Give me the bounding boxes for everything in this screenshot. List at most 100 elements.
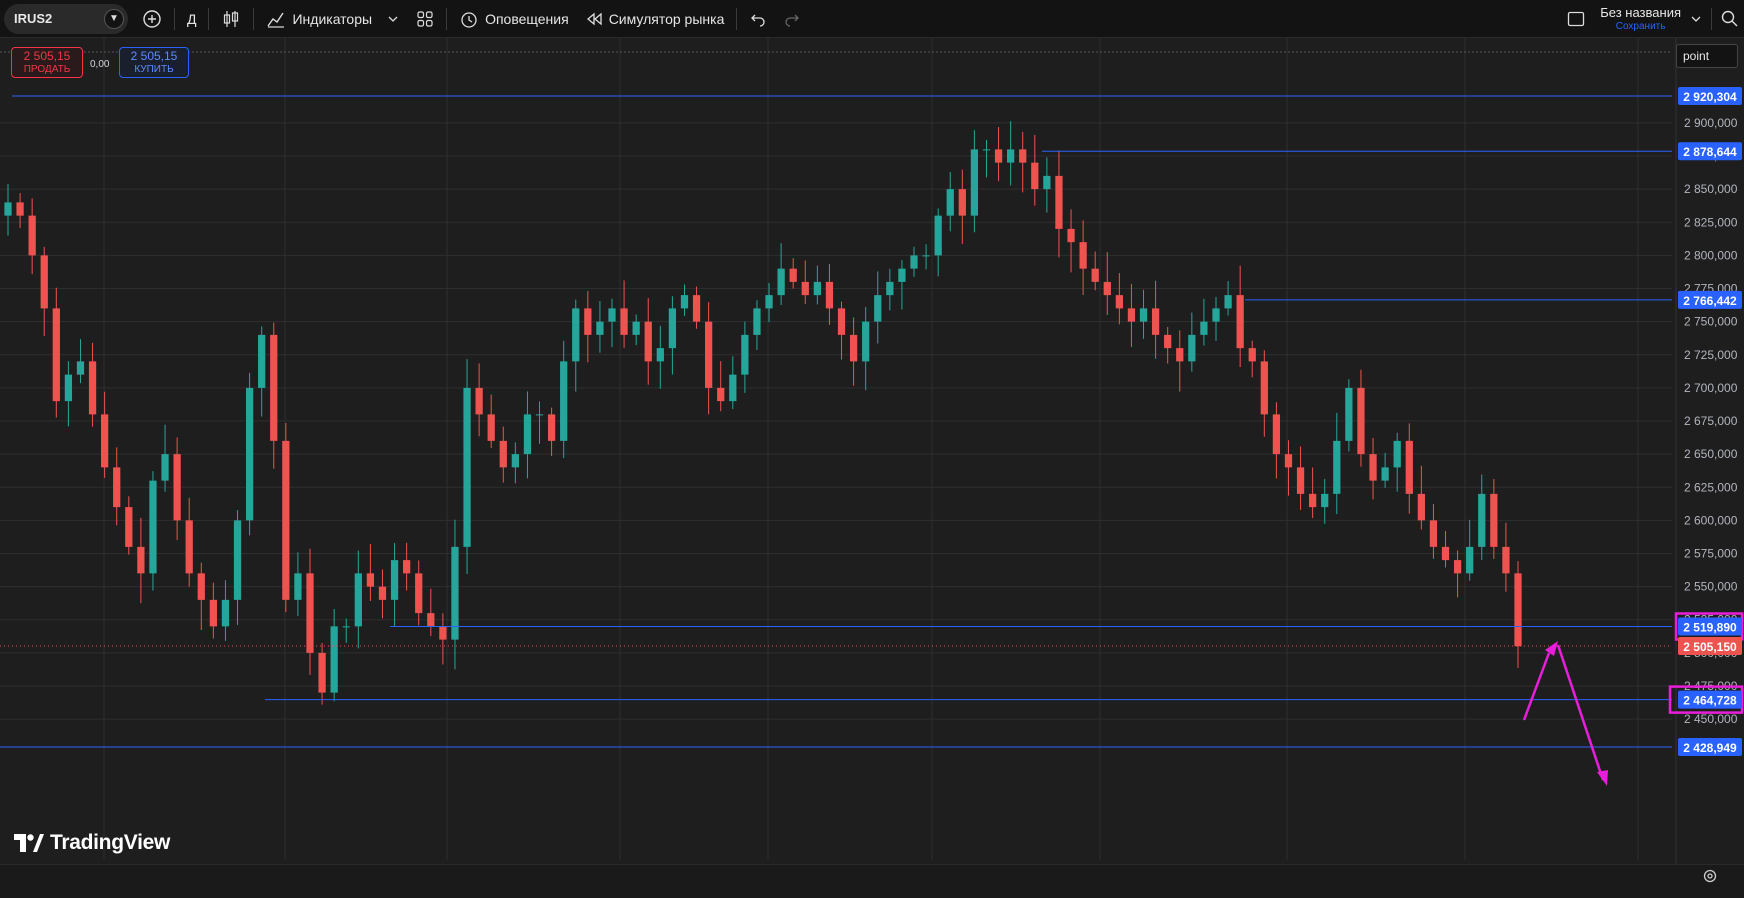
candle-body	[1441, 546, 1450, 561]
buy-button[interactable]: 2 505,15 КУПИТЬ	[119, 47, 189, 78]
candle-body	[101, 414, 109, 468]
top-toolbar: IRUS2 ▼ Д Индикаторы Оповещения Симулято…	[0, 0, 1744, 38]
candles-icon	[224, 10, 239, 27]
y-tick-label: 2 725,000	[1684, 348, 1738, 362]
chart-background	[0, 38, 1744, 898]
candle-body	[403, 560, 411, 574]
candle-body	[1188, 334, 1196, 362]
layout-name: Без названия Сохранить	[1600, 6, 1681, 32]
candle-body	[753, 308, 761, 335]
redo-icon	[785, 14, 800, 27]
price-label: 2 766,442	[1683, 294, 1737, 308]
price-label: 2 920,304	[1683, 90, 1737, 104]
replay-button[interactable]: Симулятор рынка	[577, 4, 733, 34]
alarm-clock-icon	[461, 11, 477, 28]
toolbar-divider	[208, 7, 210, 30]
candle-body	[1248, 348, 1256, 362]
candle-body	[1212, 308, 1220, 322]
rewind-icon	[586, 12, 602, 25]
candle-body	[608, 308, 616, 322]
candle-body	[1502, 546, 1510, 574]
candle-body	[862, 321, 870, 362]
candle-body	[970, 149, 979, 216]
toolbar-divider	[1711, 8, 1712, 30]
candle-body	[1429, 520, 1438, 547]
y-tick-label: 2 700,000	[1684, 381, 1738, 395]
candle-body	[1284, 454, 1293, 468]
candle-body	[52, 308, 60, 402]
candle-body	[1079, 242, 1087, 269]
templates-button[interactable]	[408, 4, 442, 34]
candle-body	[1453, 560, 1462, 574]
price-chart[interactable]: 2 900,0002 875,0002 850,0002 825,0002 80…	[0, 38, 1744, 898]
candle-body	[1236, 295, 1244, 349]
layout-button[interactable]: Без названия Сохранить	[1558, 4, 1707, 34]
candle-body	[342, 626, 350, 628]
grid-icon	[417, 10, 433, 27]
toolbar-divider	[174, 7, 175, 30]
y-tick-label: 2 850,000	[1684, 182, 1738, 196]
indicators-button[interactable]: Индикаторы	[258, 4, 408, 34]
candle-body	[499, 440, 507, 468]
alerts-label: Оповещения	[485, 10, 569, 27]
redo-button[interactable]	[775, 4, 809, 34]
sell-price: 2 505,15	[23, 49, 71, 63]
chart-area[interactable]: 2 900,0002 875,0002 850,0002 825,0002 80…	[0, 38, 1744, 898]
candle-body	[1417, 493, 1425, 521]
alerts-button[interactable]: Оповещения	[451, 4, 577, 34]
symbol-badge-icon[interactable]: ▼	[104, 8, 124, 29]
candle-body	[1333, 440, 1341, 494]
search-icon	[1721, 10, 1738, 27]
candle-body	[282, 440, 290, 600]
indicators-label: Индикаторы	[292, 10, 373, 27]
y-tick-label: 2 450,000	[1684, 712, 1738, 726]
candle-body	[825, 281, 834, 309]
candle-body	[1405, 440, 1413, 494]
candle-body	[463, 387, 471, 547]
candle-body	[668, 308, 677, 349]
candle-body	[1466, 546, 1474, 574]
candle-body	[560, 361, 568, 441]
y-tick-label: 2 550,000	[1684, 580, 1738, 594]
candle-body	[137, 546, 145, 574]
candle-body	[584, 308, 592, 335]
candle-body	[1490, 493, 1498, 547]
candle-body	[390, 560, 399, 600]
quick-search-button[interactable]	[1716, 4, 1744, 34]
candle-body	[318, 652, 326, 693]
candle-body	[64, 374, 73, 402]
candle-body	[4, 202, 12, 216]
chart-type-button[interactable]	[213, 4, 249, 34]
candle-body	[572, 308, 580, 362]
replay-label: Симулятор рынка	[608, 10, 725, 27]
candle-body	[475, 387, 483, 415]
candle-body	[910, 255, 918, 269]
candle-body	[511, 454, 519, 468]
compare-button[interactable]	[134, 4, 170, 34]
candle-body	[1115, 295, 1123, 309]
candle-body	[245, 387, 254, 521]
candle-body	[813, 281, 821, 296]
candle-body	[366, 573, 375, 587]
interval-label: Д	[187, 10, 197, 27]
layout-square-icon	[1568, 11, 1585, 27]
toolbar-divider	[736, 7, 738, 30]
candle-body	[415, 573, 423, 614]
symbol-search[interactable]: IRUS2 ▼	[4, 3, 128, 34]
candle-body	[1200, 321, 1208, 335]
scale-unit-box[interactable]: point	[1676, 44, 1738, 68]
candle-body	[1031, 162, 1039, 190]
interval-button[interactable]: Д	[179, 4, 204, 34]
candle-body	[1055, 175, 1063, 229]
chart-settings-button[interactable]	[1696, 862, 1724, 890]
candle-body	[1139, 308, 1148, 322]
tradingview-logo[interactable]: TradingView	[14, 831, 170, 855]
candle-body	[233, 520, 242, 600]
gear-icon	[1703, 869, 1717, 883]
candle-body	[487, 414, 495, 441]
candle-body	[1176, 348, 1184, 362]
save-link[interactable]: Сохранить	[1616, 21, 1666, 32]
sell-button[interactable]: 2 505,15 ПРОДАТЬ	[11, 47, 83, 78]
undo-button[interactable]	[741, 4, 775, 34]
candle-body	[149, 480, 157, 574]
